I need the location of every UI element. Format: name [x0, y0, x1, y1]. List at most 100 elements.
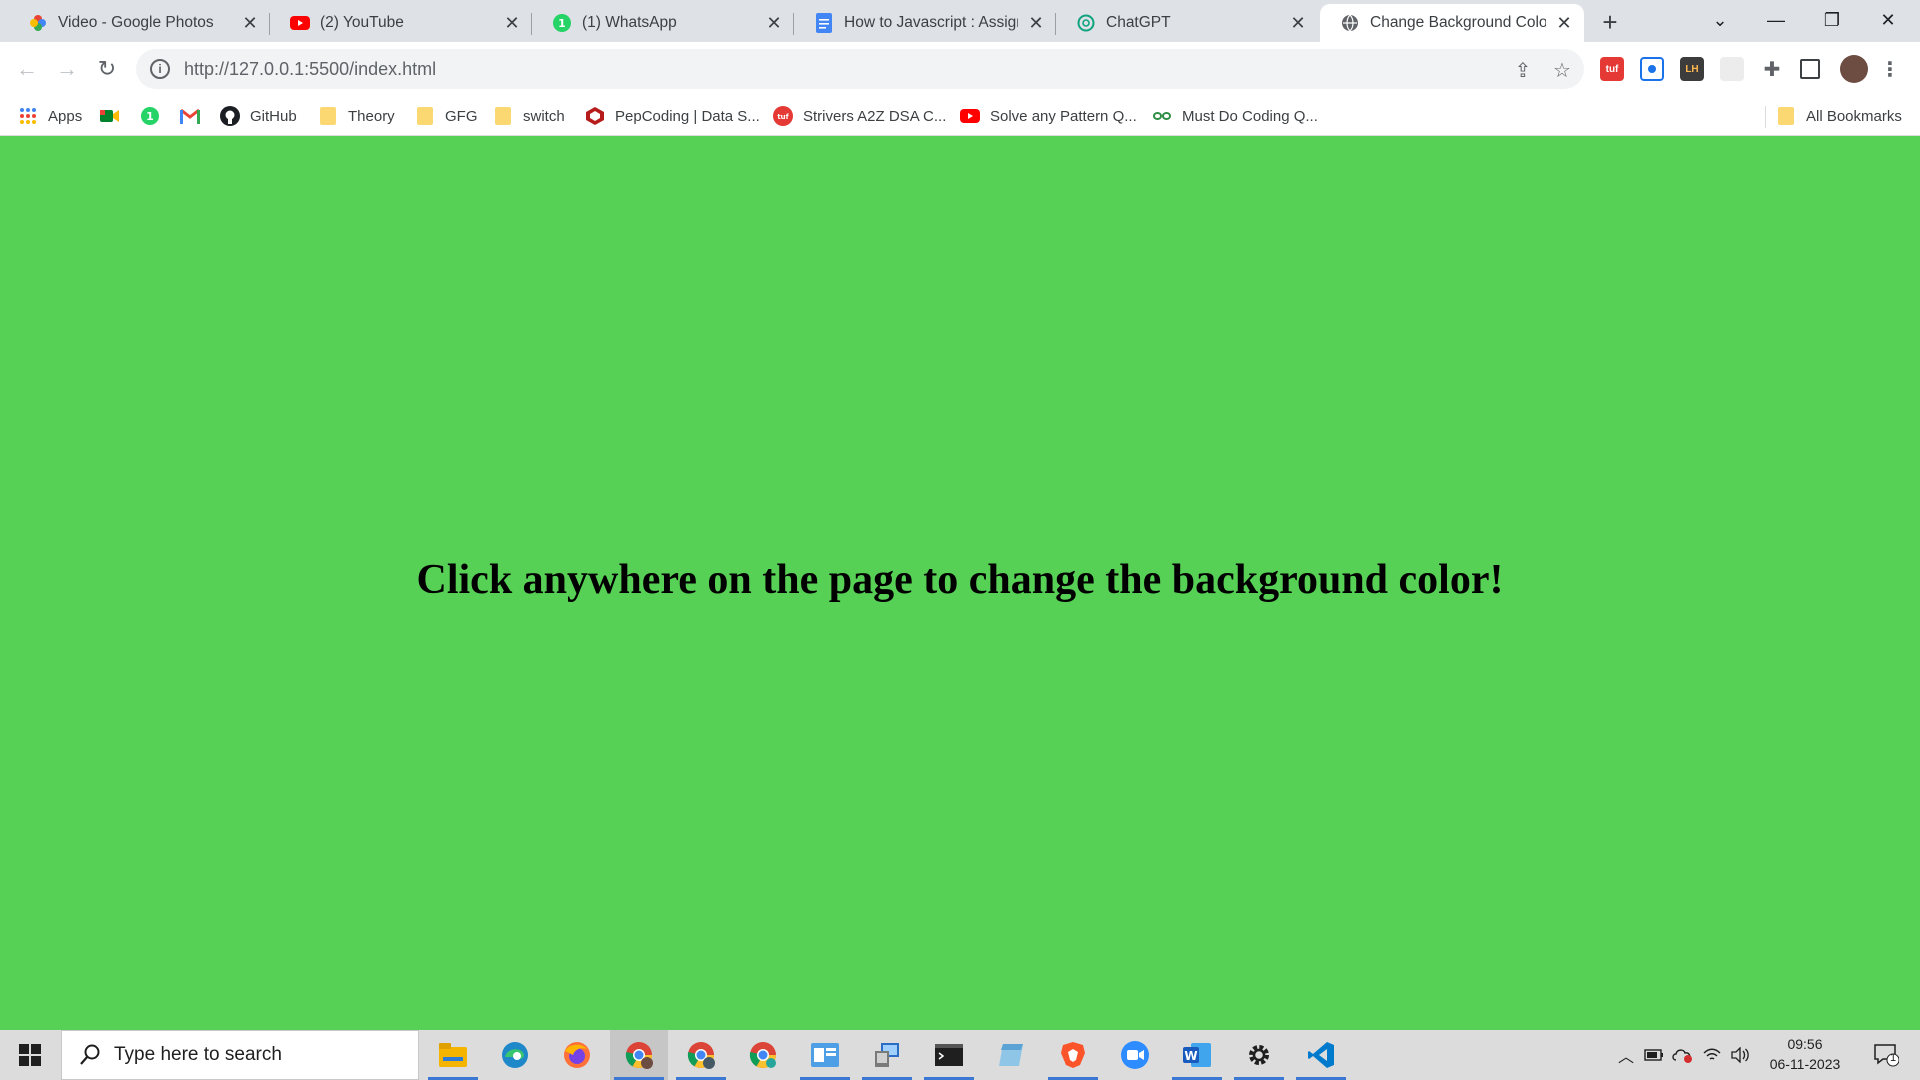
lh-extension-icon[interactable]: LH	[1680, 57, 1704, 81]
bookmark-whatsapp[interactable]: 1	[140, 104, 170, 128]
bookmark-pepcoding[interactable]: PepCoding | Data S...	[585, 104, 760, 128]
bookmark-label: Strivers A2Z DSA C...	[803, 107, 947, 125]
chrome-icon	[749, 1042, 777, 1069]
taskbar-chrome-profile-3[interactable]	[734, 1030, 792, 1080]
close-tab-icon[interactable]: ✕	[1288, 13, 1308, 33]
bookmark-github[interactable]: GitHub	[220, 104, 297, 128]
site-info-icon[interactable]: i	[150, 59, 170, 79]
bookmark-folder-gfg[interactable]: GFG	[415, 104, 478, 128]
forward-arrow-icon[interactable]: →	[51, 53, 83, 85]
tab-change-background-color[interactable]: Change Background Color ✕	[1320, 4, 1584, 42]
tab-youtube[interactable]: (2) YouTube ✕	[270, 4, 532, 42]
bookmarks-bar: Apps 1 GitHub Theory GFG switch PepCodin…	[0, 96, 1920, 136]
bookmark-gmail[interactable]	[180, 104, 210, 128]
apps-grid-icon	[18, 106, 38, 126]
taskbar-notes-app[interactable]	[982, 1030, 1040, 1080]
share-icon[interactable]: ⇪	[1512, 59, 1534, 82]
tab-strip: Video - Google Photos ✕ (2) YouTube ✕ 1 …	[0, 0, 1920, 42]
restore-button[interactable]: ❐	[1804, 0, 1860, 40]
address-bar[interactable]: i http://127.0.0.1:5500/index.html ⇪ ☆	[136, 49, 1584, 89]
youtube-icon	[290, 13, 310, 33]
notification-count-badge: 1	[1890, 1052, 1897, 1064]
close-window-button[interactable]: ✕	[1860, 0, 1916, 40]
minimize-button[interactable]: —	[1748, 0, 1804, 40]
battery-icon[interactable]	[1642, 1030, 1666, 1080]
reload-icon[interactable]: ↻	[91, 53, 123, 85]
terminal-icon	[935, 1044, 963, 1066]
action-center-button[interactable]: 1	[1866, 1030, 1906, 1080]
notes-icon	[999, 1044, 1023, 1066]
taskbar-vscode[interactable]	[1292, 1030, 1350, 1080]
back-arrow-icon[interactable]: ←	[11, 53, 43, 85]
edge-icon	[502, 1042, 528, 1068]
windows-taskbar: Type here to search W ︿ 09:56 06-11-2023…	[0, 1030, 1920, 1080]
tab-search-chevron-icon[interactable]: ⌄	[1692, 0, 1748, 40]
clock-date: 06-11-2023	[1769, 1056, 1841, 1072]
tab-title: Change Background Color	[1370, 14, 1546, 31]
bookmark-solve-pattern[interactable]: Solve any Pattern Q...	[960, 104, 1137, 128]
screen-recorder-extension-icon[interactable]	[1640, 57, 1664, 81]
tab-google-photos[interactable]: Video - Google Photos ✕	[8, 4, 270, 42]
folder-icon	[493, 106, 513, 126]
taskbar-file-explorer[interactable]	[424, 1030, 482, 1080]
taskbar-control-panel[interactable]	[796, 1030, 854, 1080]
taskbar-search-box[interactable]: Type here to search	[61, 1030, 419, 1080]
bookmark-google-meet[interactable]	[100, 104, 130, 128]
whatsapp-icon: 1	[140, 106, 160, 126]
tab-title: (2) YouTube	[320, 14, 404, 31]
bookmark-folder-switch[interactable]: switch	[493, 104, 565, 128]
bookmark-folder-theory[interactable]: Theory	[318, 104, 395, 128]
close-tab-icon[interactable]: ✕	[502, 13, 522, 33]
folder-icon	[318, 106, 338, 126]
gear-icon	[1249, 1045, 1269, 1065]
taskbar-edge[interactable]	[486, 1030, 544, 1080]
bookmark-strivers[interactable]: tuf Strivers A2Z DSA C...	[773, 104, 946, 128]
taskbar-word[interactable]: W	[1168, 1030, 1226, 1080]
taskbar-remote-desktop[interactable]	[858, 1030, 916, 1080]
bookmark-star-icon[interactable]: ☆	[1551, 59, 1573, 82]
clock-time: 09:56	[1787, 1036, 1823, 1052]
volume-icon[interactable]	[1728, 1030, 1752, 1080]
close-tab-icon[interactable]: ✕	[1554, 13, 1574, 33]
close-tab-icon[interactable]: ✕	[1026, 13, 1046, 33]
brave-icon	[1061, 1042, 1085, 1068]
taskbar-command-prompt[interactable]	[920, 1030, 978, 1080]
taskbar-chrome-profile-2[interactable]	[672, 1030, 730, 1080]
taskbar-brave[interactable]	[1044, 1030, 1102, 1080]
taskbar-zoom[interactable]	[1106, 1030, 1164, 1080]
close-tab-icon[interactable]: ✕	[240, 13, 260, 33]
tab-whatsapp[interactable]: 1 (1) WhatsApp ✕	[532, 4, 794, 42]
onedrive-error-icon[interactable]	[1670, 1030, 1696, 1080]
new-tab-button[interactable]: +	[1595, 7, 1625, 37]
wifi-icon[interactable]	[1700, 1030, 1724, 1080]
page-body[interactable]: Click anywhere on the page to change the…	[0, 136, 1920, 1030]
bookmark-label: GitHub	[250, 107, 297, 125]
bookmark-all-bookmarks[interactable]: All Bookmarks	[1776, 104, 1902, 128]
tuf-extension-icon[interactable]: tuf	[1600, 57, 1624, 81]
whatsapp-icon: 1	[552, 13, 572, 33]
bookmark-apps[interactable]: Apps	[18, 104, 82, 128]
taskbar-chrome-profile-1[interactable]	[610, 1030, 668, 1080]
show-hidden-icons-chevron-icon[interactable]: ︿	[1614, 1030, 1638, 1080]
tab-chatgpt[interactable]: ChatGPT ✕	[1056, 4, 1318, 42]
url-text[interactable]: http://127.0.0.1:5500/index.html	[184, 59, 436, 80]
file-explorer-icon	[439, 1043, 467, 1067]
pepcoding-icon	[585, 106, 605, 126]
chatgpt-icon	[1076, 13, 1096, 33]
tab-google-docs[interactable]: How to Javascript : Assignm ✕	[794, 4, 1056, 42]
taskbar-settings[interactable]	[1230, 1030, 1288, 1080]
profile-avatar[interactable]	[1840, 55, 1868, 83]
bookmark-must-do-coding[interactable]: Must Do Coding Q...	[1152, 104, 1318, 128]
google-photos-icon	[28, 13, 48, 33]
folder-icon	[1776, 106, 1796, 126]
side-panel-icon[interactable]	[1800, 59, 1820, 79]
close-tab-icon[interactable]: ✕	[764, 13, 784, 33]
puzzle-extensions-icon[interactable]: ✚	[1760, 57, 1784, 81]
windows-start-button[interactable]	[0, 1030, 60, 1080]
taskbar-firefox[interactable]	[548, 1030, 606, 1080]
url-path: :5500/index.html	[304, 58, 437, 79]
blank-extension-icon[interactable]	[1720, 57, 1744, 81]
tuf-icon: tuf	[773, 106, 793, 126]
more-menu-icon[interactable]: ⋮	[1880, 57, 1900, 81]
system-clock[interactable]: 09:56 06-11-2023	[1760, 1034, 1850, 1074]
